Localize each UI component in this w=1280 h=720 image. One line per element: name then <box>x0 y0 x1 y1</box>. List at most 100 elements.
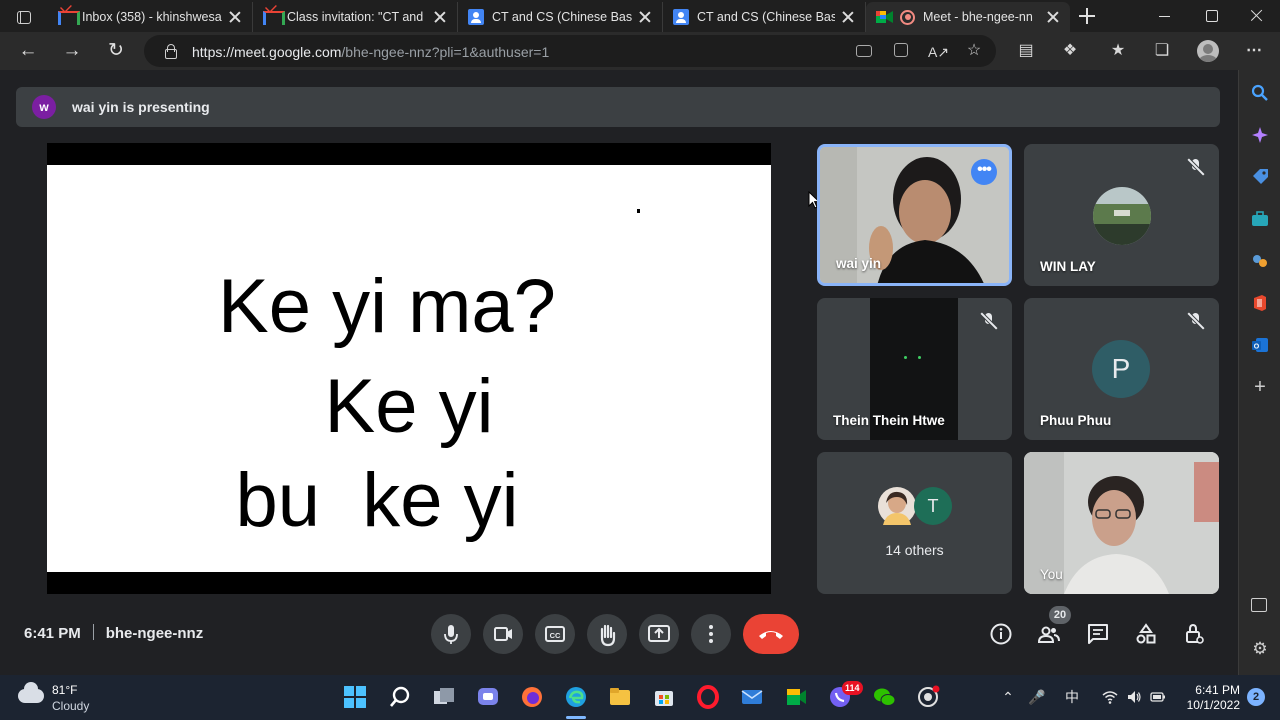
file-explorer-icon[interactable] <box>608 685 632 709</box>
participant-tile-thein-thein-htwe[interactable]: Thein Thein Htwe <box>817 298 1012 440</box>
tab-class-invitation[interactable]: Class invitation: "CT and C <box>253 2 458 32</box>
participant-tile-phuu-phuu[interactable]: P Phuu Phuu <box>1024 298 1219 440</box>
tab-title: Inbox (358) - khinshwesan <box>82 10 222 24</box>
leave-call-button[interactable] <box>743 614 799 654</box>
collections-icon[interactable]: ❏ <box>1152 41 1172 61</box>
forward-icon[interactable]: → <box>62 41 82 61</box>
search-icon[interactable] <box>388 685 412 709</box>
participant-name: WIN LAY <box>1040 259 1096 274</box>
wechat-icon[interactable] <box>872 685 896 709</box>
opera-icon[interactable] <box>696 685 720 709</box>
sidebar-settings-gear-icon[interactable]: ⚙ <box>1251 640 1269 658</box>
close-window-icon[interactable] <box>1247 6 1267 26</box>
participant-tile-others[interactable]: T 14 others <box>817 452 1012 594</box>
notification-count-badge[interactable]: 2 <box>1247 688 1265 706</box>
presentation-stage[interactable]: Ke yi ma? Ke yi bu ke yi <box>47 143 771 594</box>
close-tab-icon[interactable] <box>1046 10 1060 24</box>
add-sidebar-icon[interactable]: + <box>1251 377 1269 397</box>
hide-sidebar-icon[interactable] <box>1251 598 1267 612</box>
url-text[interactable]: https://meet.google.com/bhe-ngee-nnz?pli… <box>192 44 549 60</box>
people-button[interactable] <box>1037 622 1061 646</box>
maximize-icon[interactable] <box>1202 6 1222 26</box>
shopping-tag-icon[interactable] <box>1251 168 1269 186</box>
close-tab-icon[interactable] <box>638 10 652 24</box>
end-call-icon <box>759 631 783 639</box>
search-icon[interactable] <box>1251 84 1269 102</box>
read-aloud-icon[interactable]: A↗ <box>928 42 949 62</box>
edge-icon[interactable] <box>564 685 588 709</box>
camera-permission-icon[interactable] <box>856 45 872 57</box>
task-view-icon[interactable] <box>432 685 456 709</box>
firefox-icon[interactable] <box>520 685 544 709</box>
tab-meet[interactable]: Meet - bhe-ngee-nn <box>866 2 1070 32</box>
participant-tile-wai-yin[interactable]: ••• wai yin <box>817 144 1012 286</box>
host-controls-button[interactable] <box>1182 622 1206 646</box>
microphone-button[interactable] <box>431 614 471 654</box>
activities-button[interactable] <box>1134 622 1158 646</box>
tab-gmail-inbox[interactable]: Inbox (358) - khinshwesan <box>48 2 253 32</box>
more-options-button[interactable] <box>691 614 731 654</box>
camera-button[interactable] <box>483 614 523 654</box>
close-tab-icon[interactable] <box>433 10 447 24</box>
chat-button[interactable] <box>1086 622 1110 646</box>
favorites-icon[interactable]: ★ <box>1108 41 1128 61</box>
favorite-star-icon[interactable]: ☆ <box>964 41 984 61</box>
wifi-icon[interactable] <box>1102 689 1118 705</box>
screen-recorder-icon[interactable] <box>916 685 940 709</box>
edge-sidebar: O + ⚙ <box>1238 70 1280 675</box>
copilot-sparkle-icon[interactable] <box>1251 126 1269 144</box>
microphone-in-use-icon[interactable]: 🎤 <box>1028 689 1045 705</box>
outlook-icon[interactable]: O <box>1251 336 1269 354</box>
close-tab-icon[interactable] <box>228 10 242 24</box>
present-now-button[interactable] <box>639 614 679 654</box>
address-bar[interactable]: https://meet.google.com/bhe-ngee-nnz?pli… <box>144 35 996 67</box>
language-input-icon[interactable]: 中 <box>1064 689 1080 705</box>
clock-date: 10/1/2022 <box>1186 698 1240 712</box>
volume-icon[interactable] <box>1126 689 1142 705</box>
lock-icon[interactable] <box>164 44 177 59</box>
minimize-icon[interactable] <box>1155 6 1175 26</box>
avatar <box>1093 187 1151 245</box>
mic-off-icon <box>980 312 998 330</box>
mail-icon[interactable] <box>740 685 764 709</box>
teams-chat-icon[interactable] <box>476 685 500 709</box>
people-icon <box>1037 626 1060 643</box>
office-icon[interactable] <box>1251 294 1269 312</box>
extensions-icon[interactable]: ❖ <box>1060 41 1080 61</box>
tab-title: Meet - bhe-ngee-nn <box>923 10 1033 24</box>
new-tab-icon[interactable] <box>1078 7 1096 25</box>
presenting-text: wai yin is presenting <box>72 99 210 115</box>
profile-avatar[interactable] <box>1197 40 1219 62</box>
meeting-info: 6:41 PM bhe-ngee-nnz <box>24 624 203 642</box>
participant-tile-you[interactable]: You <box>1024 452 1219 594</box>
slide-line-2: Ke yi <box>324 364 494 449</box>
close-tab-icon[interactable] <box>841 10 855 24</box>
refresh-icon[interactable]: ↻ <box>106 41 126 61</box>
meeting-details-button[interactable] <box>989 622 1013 646</box>
raise-hand-icon <box>600 624 616 647</box>
recording-icon <box>900 9 915 25</box>
more-options-icon[interactable]: ⋯ <box>1244 41 1264 61</box>
windows-start-icon[interactable] <box>343 685 367 709</box>
tools-briefcase-icon[interactable] <box>1251 210 1269 228</box>
tab-classroom-1[interactable]: CT and CS (Chinese Basic <box>458 2 663 32</box>
tab-actions-icon[interactable] <box>8 6 40 28</box>
games-icon[interactable] <box>1251 252 1269 270</box>
battery-icon[interactable] <box>1150 689 1166 705</box>
weather-condition: Cloudy <box>52 699 90 713</box>
reading-view-icon[interactable]: ▤ <box>1016 41 1036 61</box>
more-options-icon[interactable]: ••• <box>971 159 997 185</box>
system-clock[interactable]: 6:41 PM 10/1/2022 <box>1180 683 1240 713</box>
raise-hand-button[interactable] <box>587 614 627 654</box>
microsoft-store-icon[interactable] <box>652 685 676 709</box>
google-meet-app-icon[interactable] <box>784 685 808 709</box>
svg-text:O: O <box>1254 344 1260 351</box>
chat-icon <box>1088 624 1108 644</box>
show-hidden-icons-chevron-icon[interactable]: ⌃ <box>1000 689 1016 705</box>
url-host: https://meet.google.com <box>192 44 342 60</box>
back-icon[interactable]: ← <box>18 41 38 61</box>
captions-button[interactable]: CC <box>535 614 575 654</box>
participant-tile-win-lay[interactable]: WIN LAY <box>1024 144 1219 286</box>
tab-classroom-2[interactable]: CT and CS (Chinese Basic <box>663 2 866 32</box>
open-external-icon[interactable] <box>894 43 908 57</box>
